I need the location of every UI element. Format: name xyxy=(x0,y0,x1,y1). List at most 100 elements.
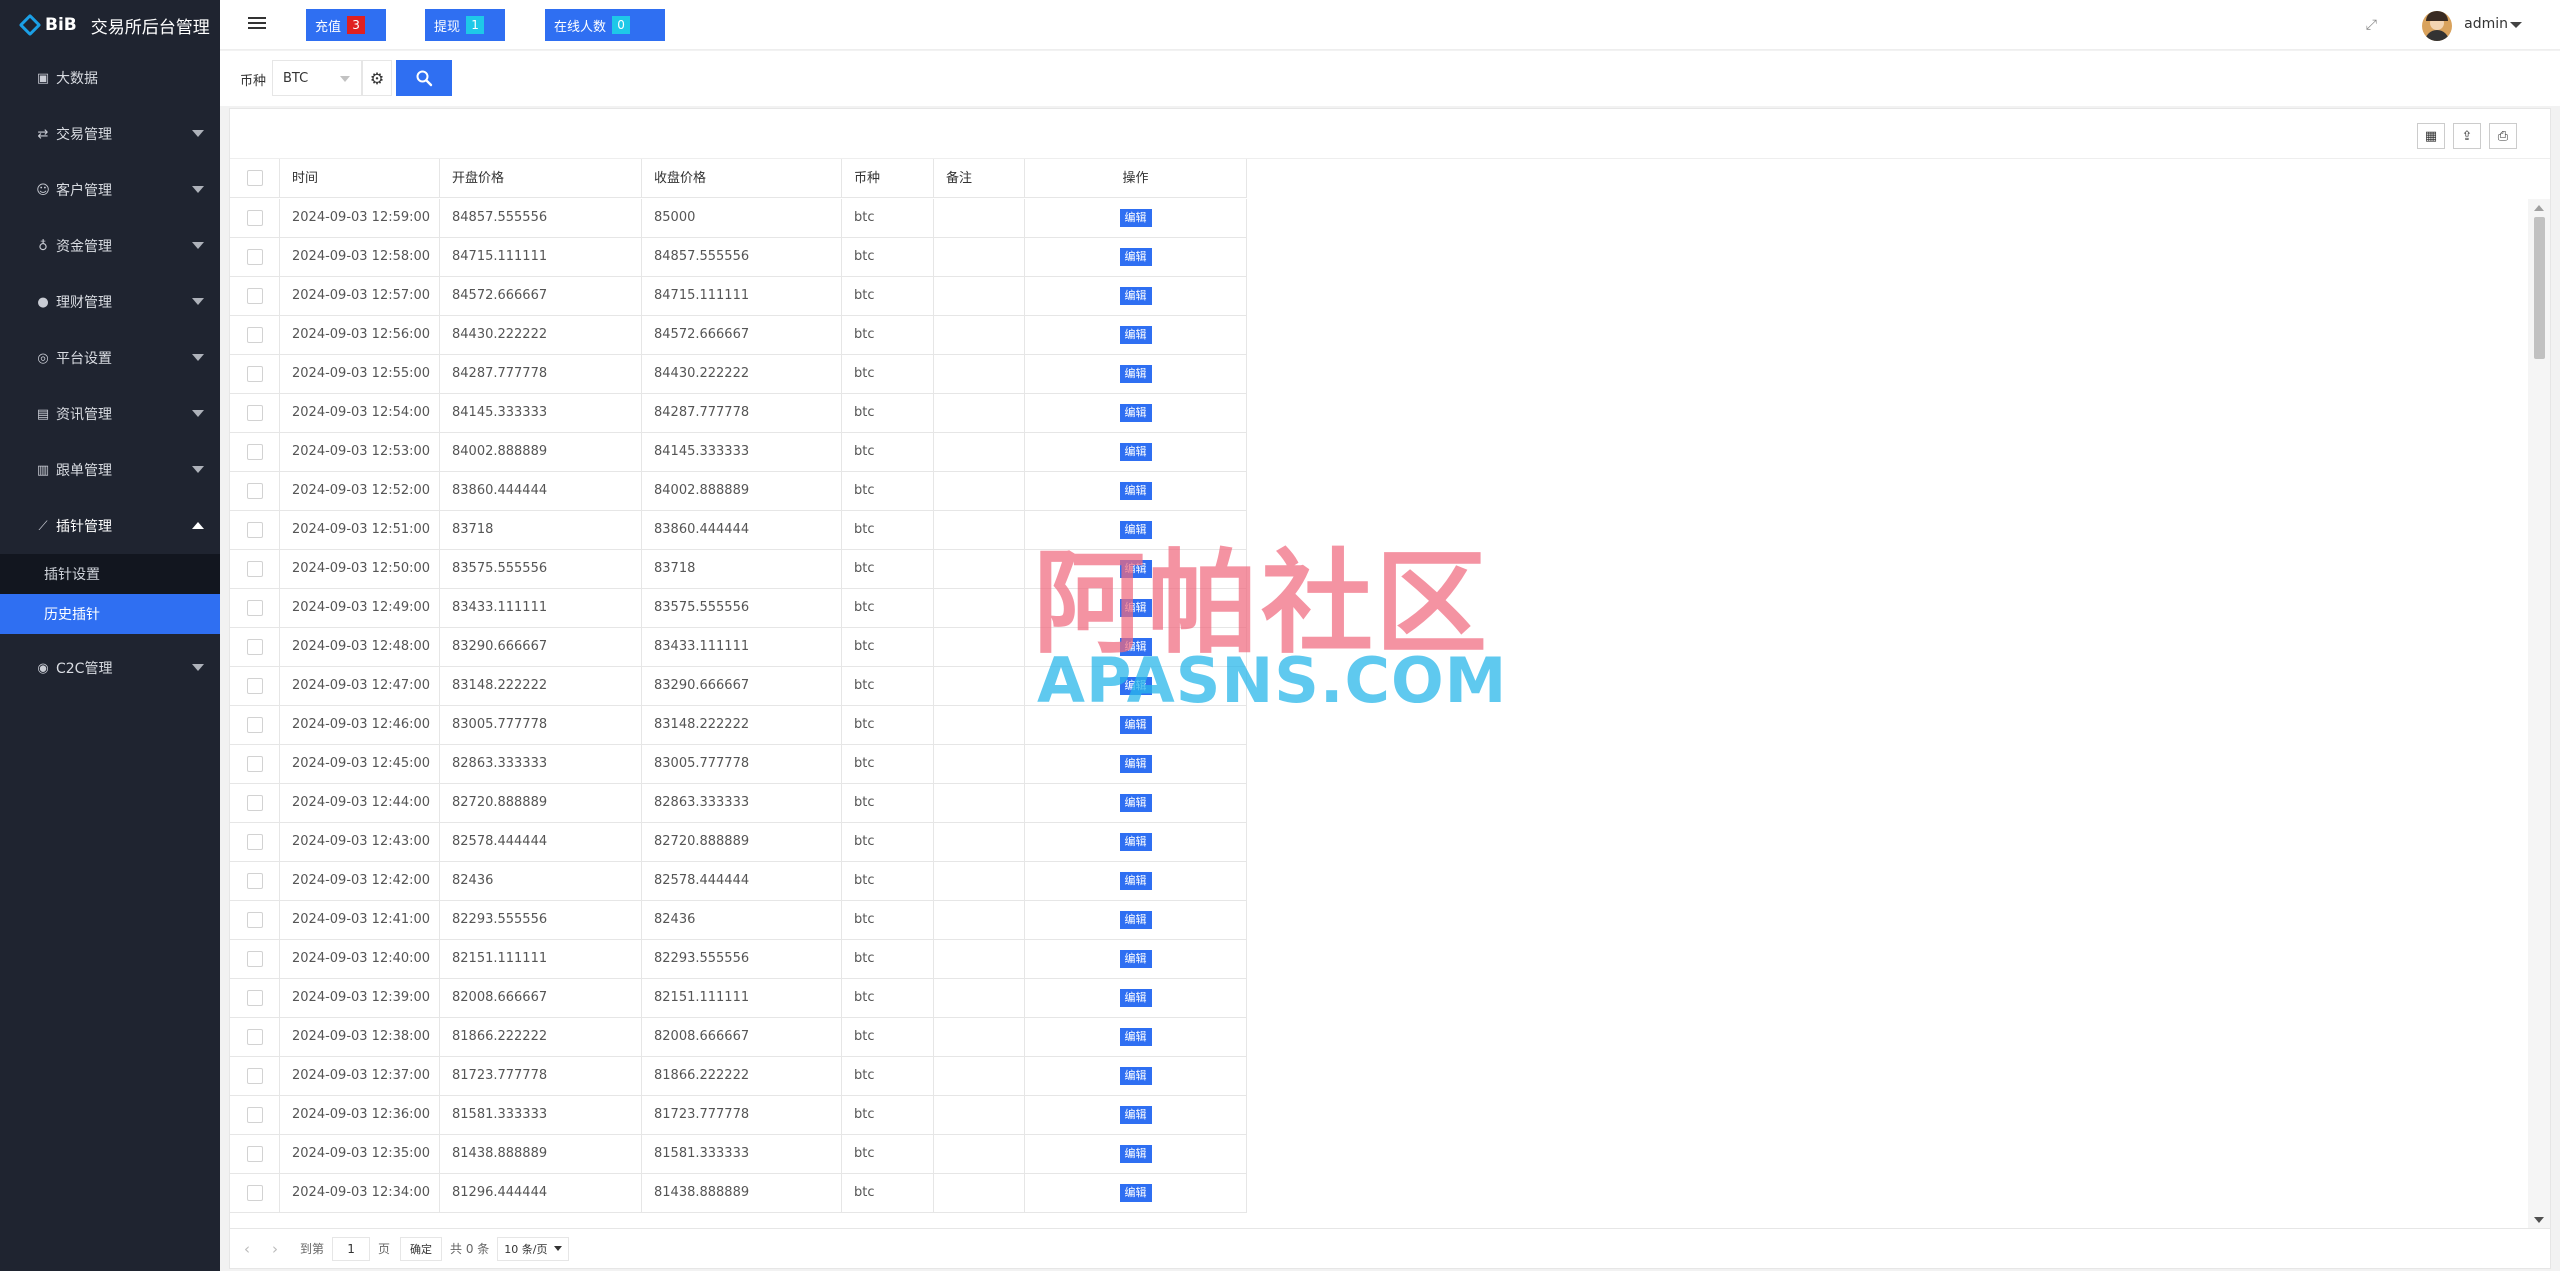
avatar[interactable] xyxy=(2422,11,2452,41)
edit-button[interactable]: 编辑 xyxy=(1119,443,1152,461)
row-checkbox[interactable] xyxy=(246,795,263,811)
column-header-close-price[interactable]: 收盘价格 xyxy=(642,159,842,198)
withdraw-count-badge: 1 xyxy=(466,16,485,34)
page-size-select[interactable]: 10 条/页 xyxy=(497,1236,569,1261)
brand-logo[interactable]: BiB 交易所后台管理 xyxy=(0,0,220,50)
row-checkbox[interactable] xyxy=(246,444,263,460)
row-checkbox[interactable] xyxy=(246,717,263,733)
sidebar-item-news[interactable]: ▤ 资讯管理 xyxy=(0,386,220,442)
username[interactable]: admin xyxy=(2464,16,2508,32)
edit-button[interactable]: 编辑 xyxy=(1119,365,1152,383)
export-button[interactable]: ⇪ xyxy=(2453,123,2481,149)
edit-button[interactable]: 编辑 xyxy=(1119,911,1152,929)
row-checkbox[interactable] xyxy=(246,873,263,889)
coin-select[interactable]: BTC xyxy=(272,60,362,96)
fullscreen-icon[interactable]: ⤢ xyxy=(2366,17,2377,33)
online-users-button[interactable]: 在线人数 0 xyxy=(545,9,665,41)
column-header-note[interactable]: 备注 xyxy=(934,159,1025,198)
row-checkbox[interactable] xyxy=(246,678,263,694)
withdraw-button[interactable]: 提现 1 xyxy=(425,9,505,41)
row-checkbox[interactable] xyxy=(246,327,263,343)
table-row: 2024-09-03 12:45:00 82863.333333 83005.777… xyxy=(230,745,1247,784)
vertical-scrollbar[interactable] xyxy=(2528,199,2550,1229)
sidebar-item-money-bag[interactable]: ♁ 资金管理 xyxy=(0,218,220,274)
edit-button[interactable]: 编辑 xyxy=(1119,833,1152,851)
cell-coin: btc xyxy=(842,745,934,783)
goto-confirm-button[interactable]: 确定 xyxy=(400,1236,443,1261)
scroll-down-icon[interactable] xyxy=(2534,1217,2544,1223)
cell-close-price: 81581.333333 xyxy=(642,1135,842,1173)
sidebar-item-c2c[interactable]: ◉ C2C管理 xyxy=(0,640,220,696)
row-checkbox[interactable] xyxy=(246,522,263,538)
menu-toggle-icon[interactable] xyxy=(248,17,266,31)
print-button[interactable]: ⎙ xyxy=(2489,123,2517,149)
edit-button[interactable]: 编辑 xyxy=(1119,326,1152,344)
search-button[interactable] xyxy=(396,60,452,96)
cell-actions: 编辑 xyxy=(1025,277,1247,315)
goto-label: 到第 xyxy=(300,1242,325,1256)
row-checkbox[interactable] xyxy=(246,1107,263,1123)
edit-button[interactable]: 编辑 xyxy=(1119,950,1152,968)
scroll-thumb[interactable] xyxy=(2534,217,2545,359)
prev-page-icon[interactable]: ‹ xyxy=(244,1240,250,1258)
row-checkbox[interactable] xyxy=(246,249,263,265)
row-checkbox[interactable] xyxy=(246,210,263,226)
sidebar-item-settings[interactable]: ◎ 平台设置 xyxy=(0,330,220,386)
column-header-time[interactable]: 时间 xyxy=(280,159,440,198)
submenu-item[interactable]: 插针设置 xyxy=(0,554,220,594)
recharge-button[interactable]: 充值 3 xyxy=(306,9,386,41)
row-checkbox[interactable] xyxy=(246,639,263,655)
edit-button[interactable]: 编辑 xyxy=(1119,482,1152,500)
edit-button[interactable]: 编辑 xyxy=(1119,1106,1152,1124)
next-page-icon[interactable]: › xyxy=(272,1240,278,1258)
edit-button[interactable]: 编辑 xyxy=(1119,1184,1152,1202)
cell-actions: 编辑 xyxy=(1025,199,1247,237)
user-menu-chevron-icon[interactable] xyxy=(2510,22,2522,28)
sidebar-item-copy-order[interactable]: ▥ 跟单管理 xyxy=(0,442,220,498)
row-checkbox[interactable] xyxy=(246,483,263,499)
row-checkbox[interactable] xyxy=(246,834,263,850)
row-checkbox[interactable] xyxy=(246,366,263,382)
sidebar-item-users[interactable]: ☺ 客户管理 xyxy=(0,162,220,218)
row-checkbox[interactable] xyxy=(246,756,263,772)
row-checkbox[interactable] xyxy=(246,951,263,967)
page-number-input[interactable]: 1 xyxy=(332,1236,371,1261)
cell-close-price: 83860.444444 xyxy=(642,511,842,549)
sidebar-item-piggy-bank[interactable]: ● 理财管理 xyxy=(0,274,220,330)
column-header-coin[interactable]: 币种 xyxy=(842,159,934,198)
row-checkbox[interactable] xyxy=(246,600,263,616)
submenu-item[interactable]: 历史插针 xyxy=(0,594,220,634)
row-checkbox[interactable] xyxy=(246,405,263,421)
edit-button[interactable]: 编辑 xyxy=(1119,716,1152,734)
columns-filter-button[interactable]: ▦ xyxy=(2417,123,2445,149)
column-header-open-price[interactable]: 开盘价格 xyxy=(440,159,642,198)
edit-button[interactable]: 编辑 xyxy=(1119,872,1152,890)
edit-button[interactable]: 编辑 xyxy=(1119,794,1152,812)
edit-button[interactable]: 编辑 xyxy=(1119,521,1152,539)
sidebar-item-wand[interactable]: ⟋ 插针管理 xyxy=(0,498,220,554)
scroll-up-icon[interactable] xyxy=(2534,205,2544,211)
row-checkbox[interactable] xyxy=(246,561,263,577)
edit-button[interactable]: 编辑 xyxy=(1119,989,1152,1007)
table-row: 2024-09-03 12:40:00 82151.111111 82293.555… xyxy=(230,940,1247,979)
row-checkbox[interactable] xyxy=(246,1185,263,1201)
row-checkbox[interactable] xyxy=(246,288,263,304)
row-checkbox[interactable] xyxy=(246,1029,263,1045)
edit-button[interactable]: 编辑 xyxy=(1119,755,1152,773)
edit-button[interactable]: 编辑 xyxy=(1119,209,1152,227)
edit-button[interactable]: 编辑 xyxy=(1119,1028,1152,1046)
row-checkbox[interactable] xyxy=(246,912,263,928)
edit-button[interactable]: 编辑 xyxy=(1119,1145,1152,1163)
sidebar-item-exchange[interactable]: ⇄ 交易管理 xyxy=(0,106,220,162)
settings-icon: ◎ xyxy=(37,350,49,366)
edit-button[interactable]: 编辑 xyxy=(1119,1067,1152,1085)
edit-button[interactable]: 编辑 xyxy=(1119,248,1152,266)
row-checkbox[interactable] xyxy=(246,1146,263,1162)
row-checkbox[interactable] xyxy=(246,990,263,1006)
coin-settings-button[interactable]: ⚙ xyxy=(362,60,392,96)
sidebar-item-dashboard[interactable]: ▣ 大数据 xyxy=(0,50,220,106)
edit-button[interactable]: 编辑 xyxy=(1119,287,1152,305)
row-checkbox[interactable] xyxy=(246,1068,263,1084)
edit-button[interactable]: 编辑 xyxy=(1119,404,1152,422)
select-all-checkbox[interactable] xyxy=(246,170,263,186)
